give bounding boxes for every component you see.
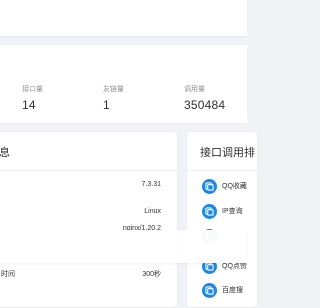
info-row: 时间 300秒 (0, 268, 177, 282)
info-value: 7.3.31 (141, 181, 161, 188)
stat-label: 友链量 (103, 86, 124, 93)
card-title: 接口调用排 (200, 147, 255, 159)
info-row: Linux (0, 205, 177, 219)
top-header-bar (0, 0, 247, 37)
api-icon (202, 204, 217, 219)
stat-label: 调用量 (184, 86, 205, 93)
stat-call-count: 调用量 350484 (184, 85, 225, 113)
api-icon (202, 179, 217, 194)
stat-friend-link-count: 友链量 1 (103, 85, 124, 113)
api-rank-item[interactable]: 百度搜 (202, 283, 257, 299)
stat-value: 1 (103, 98, 110, 112)
card-title: 息 (0, 147, 10, 159)
info-row: 7.3.31 (0, 178, 177, 192)
info-key: 时间 (1, 271, 15, 278)
info-value: Linux (144, 208, 161, 215)
api-rank-item[interactable]: IP查询 (202, 204, 257, 220)
api-name: 百度搜 (222, 287, 243, 294)
stat-value: 14 (22, 98, 36, 112)
overlay-panel (0, 230, 247, 263)
stat-label: 接口量 (22, 86, 43, 93)
card-header-divider (187, 170, 257, 171)
api-name: IP查询 (222, 208, 243, 215)
stat-value: 350484 (184, 98, 226, 112)
stats-card: 接口量 14 友链量 1 调用量 350484 (0, 44, 247, 124)
info-value: 300秒 (142, 271, 161, 278)
api-rank-item[interactable]: QQ收藏 (202, 179, 257, 195)
api-name: QQ收藏 (222, 183, 247, 190)
card-header: 息 (0, 132, 177, 171)
api-ranking-card: 接口调用排 QQ收藏 IP查询 QQ点赞 百度搜 (186, 131, 258, 308)
system-info-card: 息 7.3.31 Linux nginx/1.20.2 时间 300秒 (0, 131, 178, 308)
stat-api-count: 接口量 14 (22, 85, 43, 113)
